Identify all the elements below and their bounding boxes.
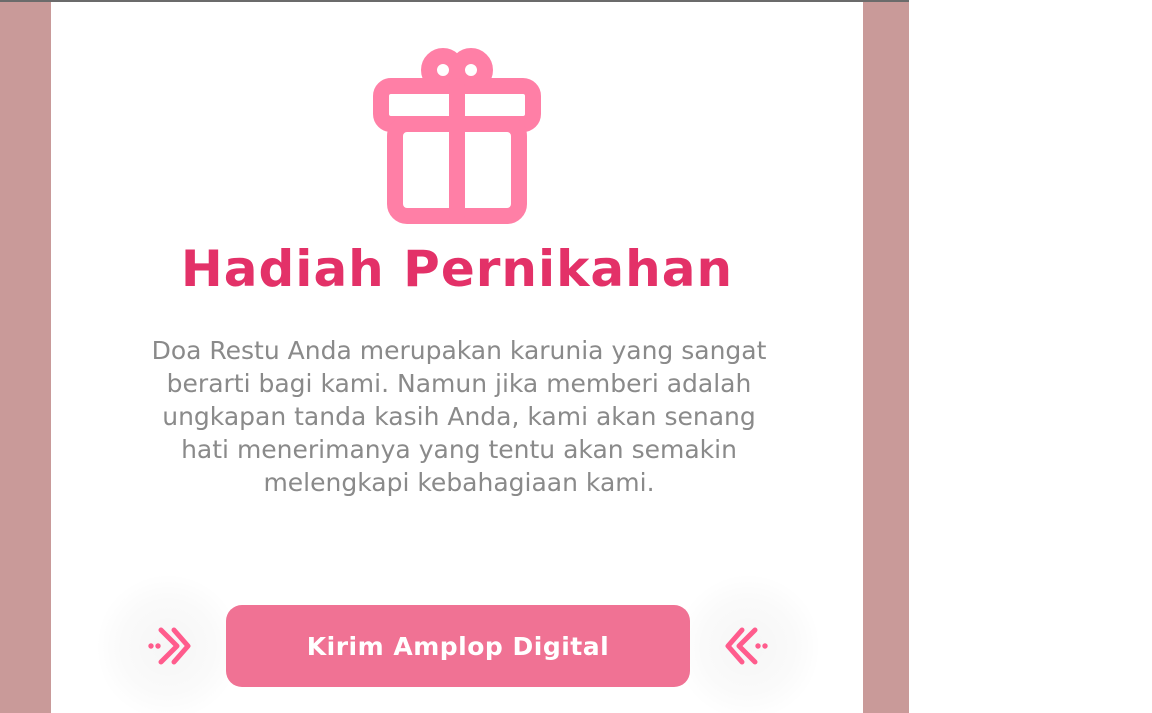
gift-icon <box>373 48 541 224</box>
gift-message: Doa Restu Anda merupakan karunia yang sa… <box>151 336 767 497</box>
send-digital-envelope-button[interactable]: Kirim Amplop Digital <box>226 605 690 687</box>
right-side-band <box>863 2 909 713</box>
double-chevron-left-icon <box>725 627 768 665</box>
double-chevron-right-icon <box>148 627 191 665</box>
page: Hadiah Pernikahan Doa Restu Anda merupak… <box>0 0 1152 713</box>
page-title: Hadiah Pernikahan <box>180 240 734 298</box>
left-side-band <box>0 2 51 713</box>
